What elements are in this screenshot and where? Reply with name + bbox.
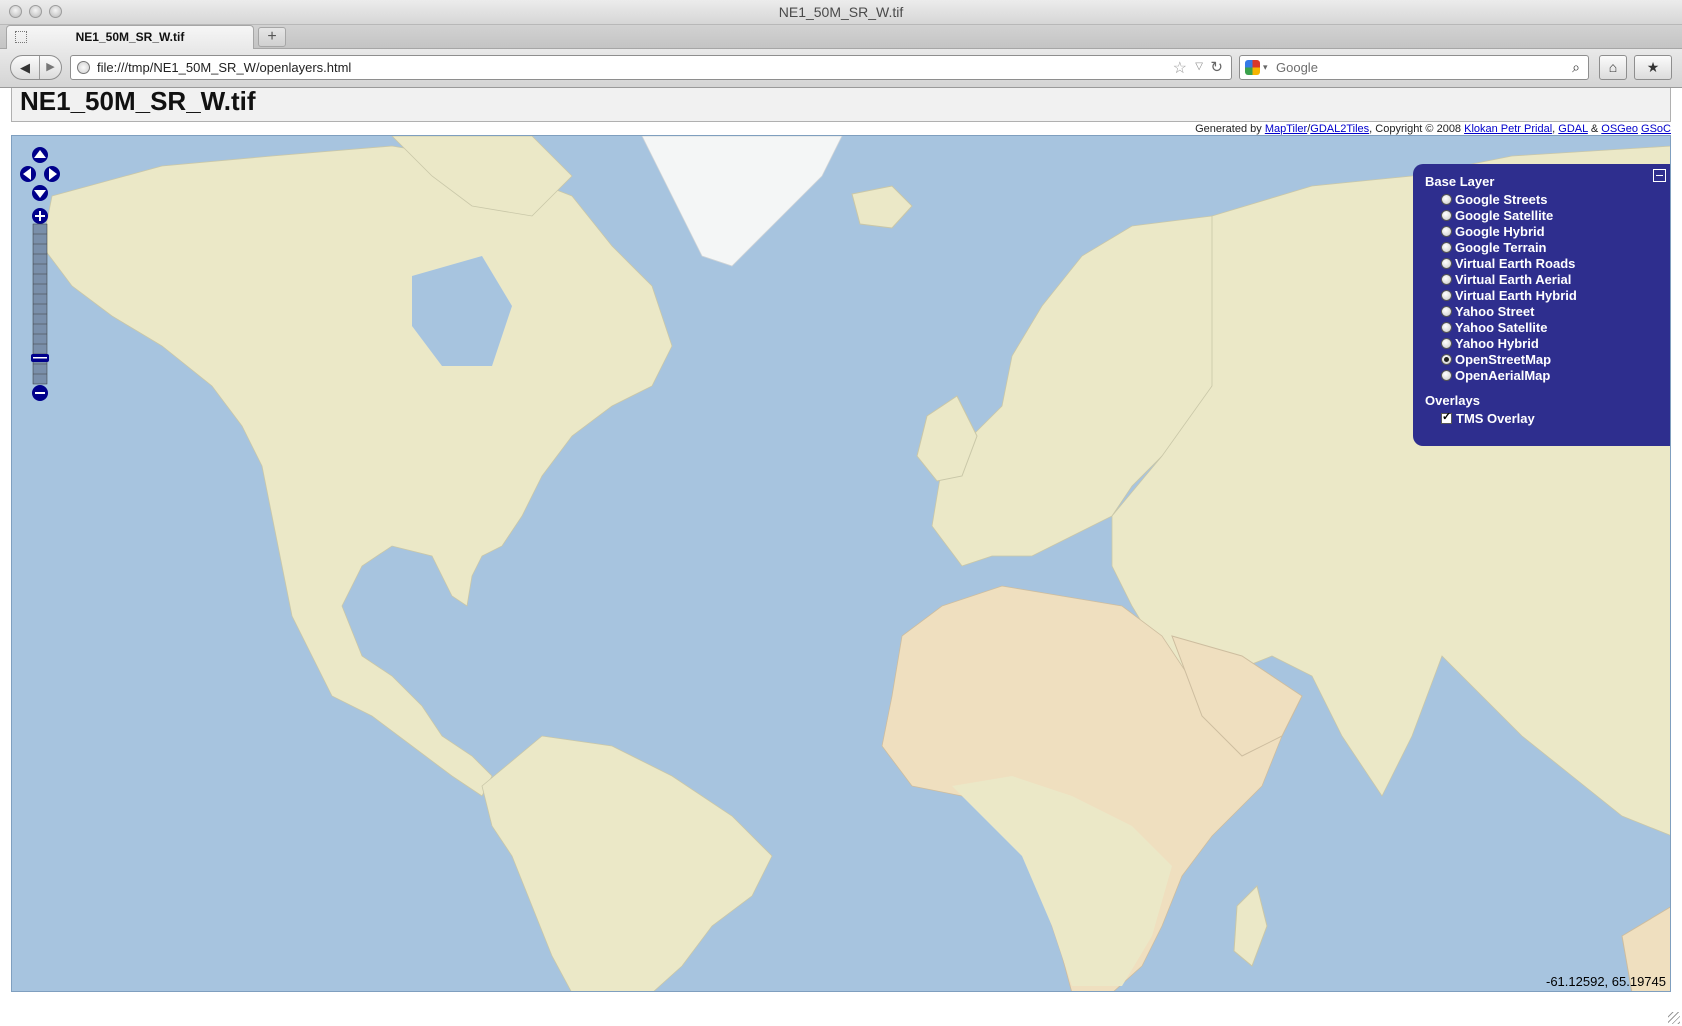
base-layer-option[interactable]: Google Hybrid <box>1441 224 1545 240</box>
page-header: NE1_50M_SR_W.tif <box>11 86 1671 122</box>
google-icon[interactable] <box>1245 60 1260 75</box>
back-forward-group: ◀ ▶ <box>10 55 62 80</box>
new-tab-button[interactable]: + <box>258 27 286 47</box>
radio-button[interactable] <box>1441 306 1452 317</box>
gdal2tiles-link[interactable]: GDAL2Tiles <box>1310 123 1369 135</box>
map-viewport[interactable]: Base Layer Google Streets Google Satellit… <box>11 135 1671 992</box>
base-layer-option[interactable]: Yahoo Street <box>1441 304 1534 320</box>
reload-icon[interactable]: ↻ <box>1210 58 1223 76</box>
overlay-option[interactable]: TMS Overlay <box>1441 410 1535 427</box>
tab-label: NE1_50M_SR_W.tif <box>75 30 185 44</box>
home-button[interactable]: ⌂ <box>1599 55 1627 80</box>
pan-zoom-bar <box>20 144 60 404</box>
zoom-out-button[interactable] <box>32 385 48 401</box>
search-icon[interactable]: ⌕ <box>1572 59 1580 76</box>
credits-line: Generated by MapTiler/GDAL2Tiles, Copyri… <box>1195 123 1671 135</box>
base-layer-label[interactable]: Yahoo Satellite <box>1455 320 1547 335</box>
title-bar: NE1_50M_SR_W.tif <box>0 0 1682 25</box>
pan-up-button[interactable] <box>32 147 48 163</box>
radio-button[interactable] <box>1441 258 1452 269</box>
pan-zoom-graphic <box>20 147 60 401</box>
radio-button[interactable] <box>1441 194 1452 205</box>
base-layer-label[interactable]: Google Hybrid <box>1455 224 1545 239</box>
pan-down-button[interactable] <box>32 185 48 201</box>
radio-button[interactable] <box>1441 354 1452 365</box>
tab-strip: NE1_50M_SR_W.tif + <box>0 25 1682 49</box>
base-layer-option[interactable]: Virtual Earth Hybrid <box>1441 288 1577 304</box>
base-layer-option[interactable]: Virtual Earth Roads <box>1441 256 1575 272</box>
credits-amp: & <box>1587 123 1602 135</box>
base-layer-label[interactable]: Google Satellite <box>1455 208 1553 223</box>
base-layer-option[interactable]: Yahoo Hybrid <box>1441 336 1539 352</box>
resize-grip-icon[interactable] <box>1668 1012 1680 1024</box>
credits-prefix: Generated by <box>1195 123 1265 135</box>
history-dropdown-icon[interactable]: ▽ <box>1195 61 1203 72</box>
base-layer-label[interactable]: Virtual Earth Aerial <box>1455 272 1571 287</box>
pan-left-button[interactable] <box>20 166 36 182</box>
radio-button[interactable] <box>1441 226 1452 237</box>
radio-button[interactable] <box>1441 274 1452 285</box>
base-layer-label[interactable]: OpenAerialMap <box>1455 368 1550 383</box>
minimize-icon[interactable] <box>1653 169 1666 182</box>
layer-switcher: Base Layer Google Streets Google Satellit… <box>1413 164 1670 446</box>
author-link[interactable]: Klokan Petr Pridal <box>1464 123 1552 135</box>
radio-button[interactable] <box>1441 370 1452 381</box>
base-layer-option[interactable]: Google Streets <box>1441 192 1547 208</box>
base-layer-option[interactable]: OpenAerialMap <box>1441 368 1550 384</box>
overlay-label[interactable]: TMS Overlay <box>1456 411 1535 426</box>
globe-icon <box>77 61 90 74</box>
base-layer-label[interactable]: Virtual Earth Hybrid <box>1455 288 1577 303</box>
radio-button[interactable] <box>1441 210 1452 221</box>
mouse-position-readout: -61.12592, 65.19745 <box>1546 974 1666 989</box>
search-engine-dropdown-icon[interactable]: ▾ <box>1263 62 1268 73</box>
base-layer-option[interactable]: OpenStreetMap <box>1441 352 1551 368</box>
gdal-link[interactable]: GDAL <box>1558 123 1588 135</box>
overlays-header: Overlays <box>1425 393 1480 408</box>
page-title: NE1_50M_SR_W.tif <box>20 86 256 116</box>
base-layer-label[interactable]: OpenStreetMap <box>1455 352 1551 367</box>
radio-button[interactable] <box>1441 242 1452 253</box>
base-layer-label[interactable]: Yahoo Hybrid <box>1455 336 1539 351</box>
base-layer-label[interactable]: Google Terrain <box>1455 240 1547 255</box>
base-layer-option[interactable]: Yahoo Satellite <box>1441 320 1547 336</box>
radio-button[interactable] <box>1441 322 1452 333</box>
base-layer-header: Base Layer <box>1425 174 1495 189</box>
search-input[interactable]: Google <box>1276 60 1318 75</box>
base-layer-option[interactable]: Virtual Earth Aerial <box>1441 272 1571 288</box>
osgeo-link[interactable]: OSGeo <box>1601 123 1638 135</box>
tab-active[interactable]: NE1_50M_SR_W.tif <box>6 25 254 49</box>
back-button[interactable]: ◀ <box>11 56 40 79</box>
navigation-toolbar: ◀ ▶ file:///tmp/NE1_50M_SR_W/openlayers.… <box>0 49 1682 88</box>
radio-button[interactable] <box>1441 338 1452 349</box>
window-title: NE1_50M_SR_W.tif <box>778 4 904 20</box>
base-layer-label[interactable]: Google Streets <box>1455 192 1547 207</box>
base-layer-option[interactable]: Google Satellite <box>1441 208 1553 224</box>
search-bar[interactable]: ▾ Google ⌕ <box>1239 55 1589 80</box>
checkbox[interactable] <box>1441 410 1452 424</box>
url-text[interactable]: file:///tmp/NE1_50M_SR_W/openlayers.html <box>97 60 351 75</box>
pan-right-button[interactable] <box>44 166 60 182</box>
bookmark-star-icon[interactable]: ☆ <box>1173 58 1187 78</box>
credits-copyright: , Copyright © 2008 <box>1369 123 1465 135</box>
browser-window: NE1_50M_SR_W.tif NE1_50M_SR_W.tif + ◀ ▶ … <box>0 0 1682 1026</box>
address-bar[interactable]: file:///tmp/NE1_50M_SR_W/openlayers.html… <box>70 55 1232 80</box>
base-layer-option[interactable]: Google Terrain <box>1441 240 1547 256</box>
zoom-slider-handle[interactable] <box>31 354 49 362</box>
gsoc-link[interactable]: GSoC <box>1641 123 1671 135</box>
radio-button[interactable] <box>1441 290 1452 301</box>
base-layer-label[interactable]: Virtual Earth Roads <box>1455 256 1575 271</box>
bookmarks-button[interactable]: ★ <box>1634 55 1672 80</box>
zoom-in-button[interactable] <box>32 208 48 224</box>
base-layer-label[interactable]: Yahoo Street <box>1455 304 1534 319</box>
maptiler-link[interactable]: MapTiler <box>1265 123 1307 135</box>
forward-button[interactable]: ▶ <box>40 56 61 79</box>
